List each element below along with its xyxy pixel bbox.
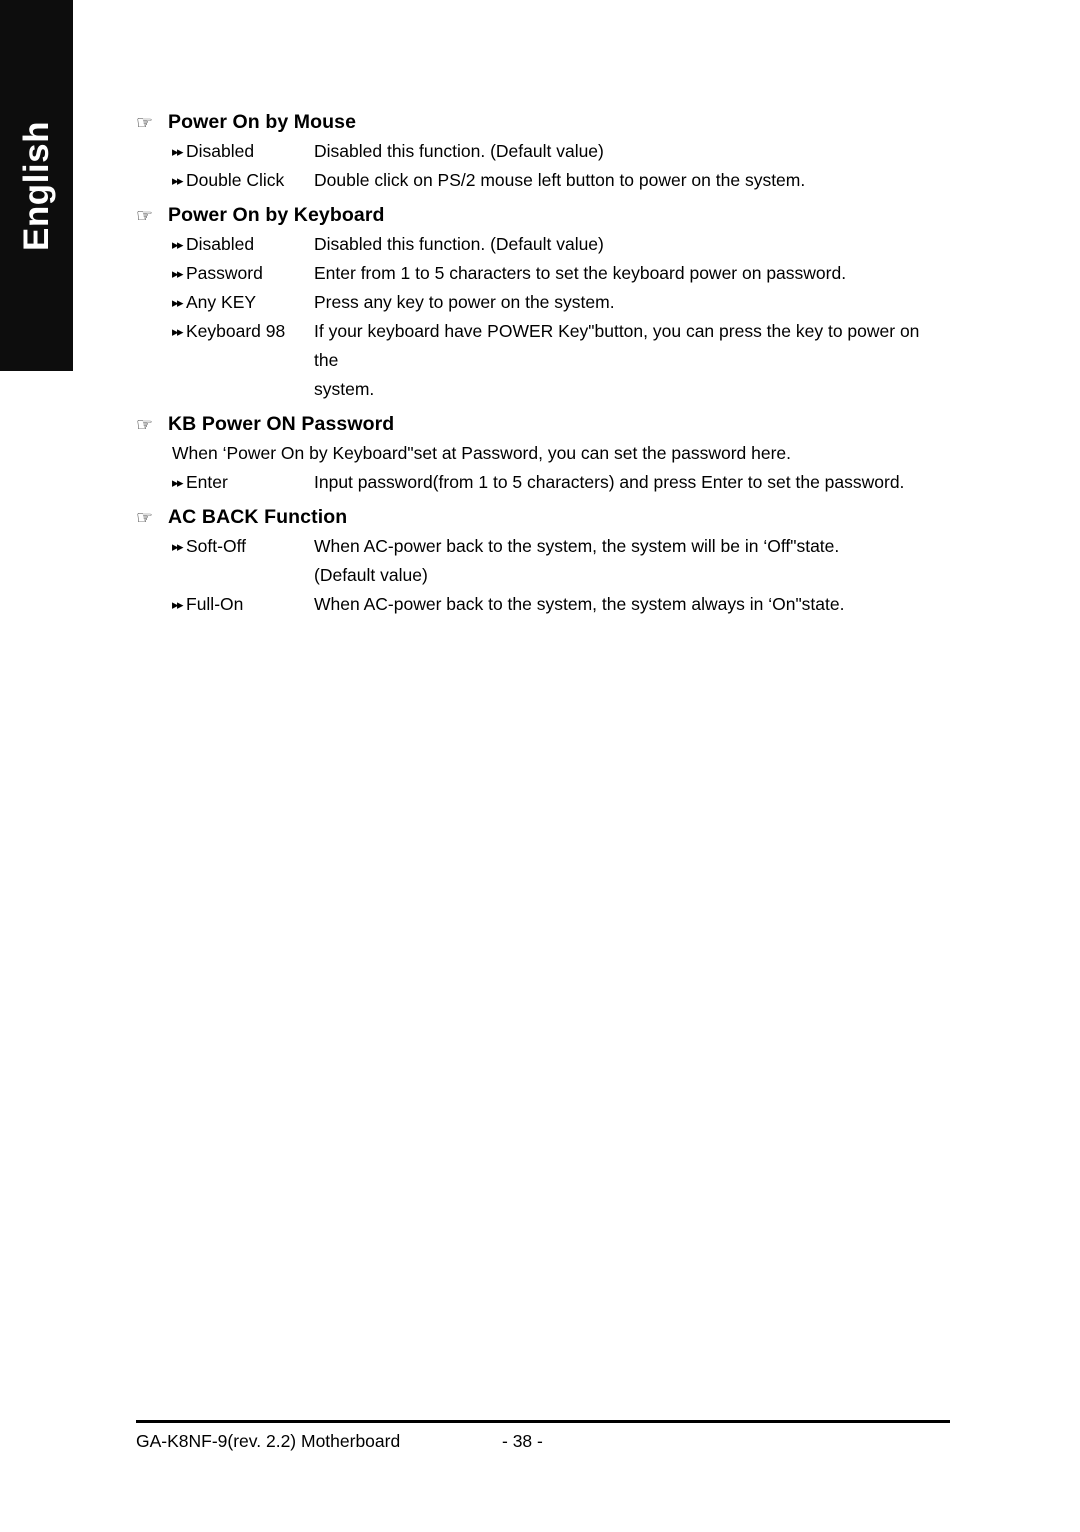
section-title: Power On by Keyboard <box>168 204 385 226</box>
section-heading: ☞ AC BACK Function <box>136 503 948 532</box>
footer-product-name: GA-K8NF-9(rev. 2.2) Motherboard <box>136 1431 401 1451</box>
option-row: ▸▸ Any KEY Press any key to power on the… <box>136 288 948 317</box>
option-term: Soft-Off <box>186 536 246 556</box>
section-title: Power On by Mouse <box>168 111 357 133</box>
option-description: Disabled this function. (Default value) <box>314 141 604 161</box>
option-term: Password <box>186 263 263 283</box>
option-description-line: If your keyboard have POWER Key"button, … <box>314 321 920 370</box>
section-power-on-by-keyboard: ☞ Power On by Keyboard ▸▸ Disabled Disab… <box>136 201 948 404</box>
page-footer: GA-K8NF-9(rev. 2.2) Motherboard - 38 - <box>136 1420 950 1456</box>
option-description: When AC-power back to the system, the sy… <box>314 594 845 614</box>
pointing-hand-icon: ☞ <box>136 415 154 436</box>
section-kb-power-on-password: ☞ KB Power ON Password When ‘Power On by… <box>136 410 948 497</box>
option-row: ▸▸ Soft-Off When AC-power back to the sy… <box>136 532 948 590</box>
section-title: KB Power ON Password <box>168 413 395 435</box>
pointing-hand-icon: ☞ <box>136 508 154 529</box>
pointing-hand-icon: ☞ <box>136 206 154 227</box>
section-power-on-by-mouse: ☞ Power On by Mouse ▸▸ Disabled Disabled… <box>136 108 948 195</box>
option-row: ▸▸ Keyboard 98 If your keyboard have POW… <box>136 317 948 404</box>
section-intro-text: When ‘Power On by Keyboard"set at Passwo… <box>172 443 792 463</box>
section-heading: ☞ Power On by Mouse <box>136 108 948 137</box>
option-term: Full-On <box>186 594 244 614</box>
section-heading: ☞ Power On by Keyboard <box>136 201 948 230</box>
option-description: Input password(from 1 to 5 characters) a… <box>314 472 905 492</box>
option-row: ▸▸ Double Click Double click on PS/2 mou… <box>136 166 948 195</box>
section-title: AC BACK Function <box>168 506 348 528</box>
document-content: ☞ Power On by Mouse ▸▸ Disabled Disabled… <box>136 108 948 619</box>
option-row: ▸▸ Disabled Disabled this function. (Def… <box>136 230 948 259</box>
double-arrow-icon: ▸▸ <box>172 266 184 281</box>
option-description: If your keyboard have POWER Key"button, … <box>314 317 948 404</box>
double-arrow-icon: ▸▸ <box>172 295 184 310</box>
option-row: ▸▸ Enter Input password(from 1 to 5 char… <box>136 468 948 497</box>
option-description: Double click on PS/2 mouse left button t… <box>314 170 806 190</box>
option-description: When AC-power back to the system, the sy… <box>314 532 948 590</box>
double-arrow-icon: ▸▸ <box>172 144 184 159</box>
option-description: Press any key to power on the system. <box>314 292 615 312</box>
footer-row: GA-K8NF-9(rev. 2.2) Motherboard - 38 - <box>136 1426 950 1456</box>
option-term: Keyboard 98 <box>186 321 286 341</box>
double-arrow-icon: ▸▸ <box>172 173 184 188</box>
double-arrow-icon: ▸▸ <box>172 237 184 252</box>
option-description: Enter from 1 to 5 characters to set the … <box>314 263 847 283</box>
option-row: ▸▸ Full-On When AC-power back to the sys… <box>136 590 948 619</box>
option-term: Enter <box>186 472 228 492</box>
option-description-continuation: system. <box>314 379 375 399</box>
double-arrow-icon: ▸▸ <box>172 324 184 339</box>
option-term: Double Click <box>186 170 285 190</box>
section-ac-back-function: ☞ AC BACK Function ▸▸ Soft-Off When AC-p… <box>136 503 948 619</box>
double-arrow-icon: ▸▸ <box>172 597 184 612</box>
option-row: ▸▸ Password Enter from 1 to 5 characters… <box>136 259 948 288</box>
option-description-line: When AC-power back to the system, the sy… <box>314 536 840 556</box>
language-tab: English <box>0 0 73 371</box>
section-heading: ☞ KB Power ON Password <box>136 410 948 439</box>
language-tab-label: English <box>16 120 56 251</box>
double-arrow-icon: ▸▸ <box>172 539 184 554</box>
option-term: Disabled <box>186 141 255 161</box>
pointing-hand-icon: ☞ <box>136 113 154 134</box>
option-description: Disabled this function. (Default value) <box>314 234 604 254</box>
footer-page-number: - 38 - <box>502 1431 543 1451</box>
option-term: Disabled <box>186 234 255 254</box>
double-arrow-icon: ▸▸ <box>172 475 184 490</box>
option-term: Any KEY <box>186 292 257 312</box>
option-row: ▸▸ Disabled Disabled this function. (Def… <box>136 137 948 166</box>
footer-divider <box>136 1420 950 1423</box>
option-description-continuation: (Default value) <box>314 565 428 585</box>
